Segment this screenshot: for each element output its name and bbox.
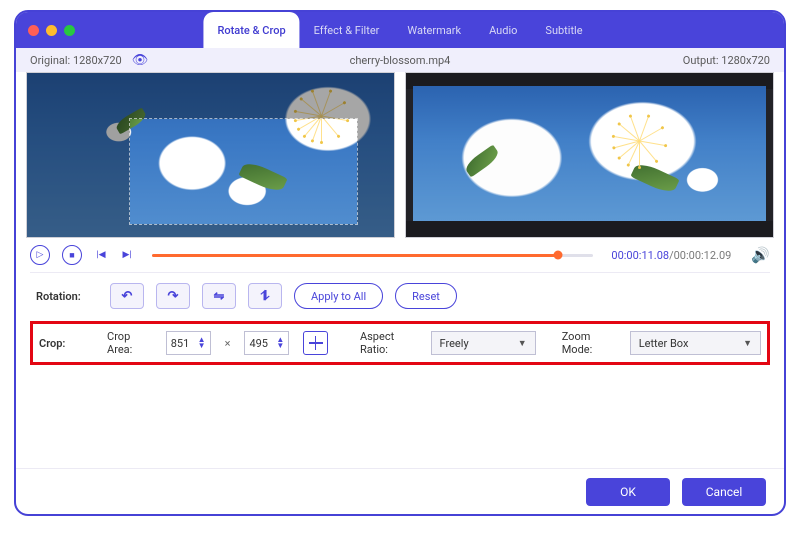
apply-to-all-label: Apply to All: [311, 290, 366, 303]
zoom-mode-select[interactable]: Letter Box ▼: [630, 331, 761, 355]
tab-label: Effect & Filter: [314, 24, 380, 37]
filename-label: cherry-blossom.mp4: [350, 54, 451, 67]
ok-button[interactable]: OK: [586, 478, 670, 506]
traffic-lights: [28, 25, 75, 36]
rotate-left-button[interactable]: ↶: [110, 283, 144, 309]
info-left: Original: 1280x720 👁: [30, 53, 148, 68]
tab-audio[interactable]: Audio: [475, 12, 531, 48]
flip-vertical-icon: ⥮: [260, 289, 269, 304]
editor-window: Rotate & Crop Effect & Filter Watermark …: [14, 10, 786, 516]
rotate-left-icon: ↶: [122, 289, 133, 304]
timeline-knob[interactable]: [554, 251, 563, 260]
original-resolution: Original: 1280x720: [30, 54, 122, 67]
aspect-ratio-label: Aspect Ratio:: [360, 330, 417, 356]
aspect-ratio-select[interactable]: Freely ▼: [431, 331, 536, 355]
apply-to-all-button[interactable]: Apply to All: [294, 283, 383, 309]
letterbox-bar: [406, 221, 773, 237]
original-preview[interactable]: [26, 72, 395, 238]
flip-horizontal-button[interactable]: ⇋: [202, 283, 236, 309]
rotate-right-button[interactable]: ↷: [156, 283, 190, 309]
crop-height-value: 495: [249, 337, 268, 350]
current-time: 00:00:11.08: [611, 249, 669, 262]
center-crop-button[interactable]: [303, 331, 328, 355]
cancel-button[interactable]: Cancel: [682, 478, 766, 506]
stepper-arrows[interactable]: ▲▼: [276, 337, 284, 349]
timeline-slider[interactable]: [152, 254, 593, 257]
time-readout: 00:00:11.08/00:00:12.09: [611, 249, 731, 262]
rotation-label: Rotation:: [36, 290, 98, 303]
tab-rotate-crop[interactable]: Rotate & Crop: [203, 12, 299, 48]
multiply-label: ×: [225, 337, 231, 350]
crop-row: Crop: Crop Area: 851 ▲▼ × 495 ▲▼ Aspect …: [30, 321, 770, 365]
preview-area: [16, 72, 784, 238]
reset-label: Reset: [412, 290, 440, 303]
footer: OK Cancel: [16, 468, 784, 514]
crop-label: Crop:: [39, 337, 93, 350]
tab-label: Subtitle: [545, 24, 582, 37]
rotation-row: Rotation: ↶ ↷ ⇋ ⥮ Apply to All Reset: [16, 273, 784, 319]
info-right: Output: 1280x720: [683, 54, 770, 67]
titlebar: Rotate & Crop Effect & Filter Watermark …: [16, 12, 784, 48]
next-frame-button[interactable]: ▶|: [120, 245, 134, 265]
minimize-dot[interactable]: [46, 25, 57, 36]
play-button[interactable]: ▷: [30, 245, 50, 265]
timeline-fill: [152, 254, 558, 257]
reset-button[interactable]: Reset: [395, 283, 457, 309]
crop-width-value: 851: [171, 337, 190, 350]
total-time: /00:00:12.09: [669, 249, 731, 262]
prev-frame-button[interactable]: |◀: [94, 245, 108, 265]
output-resolution: Output: 1280x720: [683, 54, 770, 67]
playback-bar: ▷ ■ |◀ ▶| 00:00:11.08/00:00:12.09 🔊: [16, 238, 784, 272]
tab-label: Audio: [489, 24, 517, 37]
volume-icon[interactable]: 🔊: [751, 246, 770, 264]
crop-rectangle[interactable]: [130, 119, 358, 224]
top-tabs: Rotate & Crop Effect & Filter Watermark …: [203, 12, 596, 48]
tab-label: Watermark: [407, 24, 461, 37]
chevron-down-icon[interactable]: ▼: [276, 343, 284, 349]
eye-icon[interactable]: 👁: [132, 53, 149, 68]
tab-label: Rotate & Crop: [217, 24, 285, 37]
crop-height-stepper[interactable]: 495 ▲▼: [244, 331, 289, 355]
zoom-dot[interactable]: [64, 25, 75, 36]
zoom-mode-value: Letter Box: [639, 337, 689, 350]
crop-width-stepper[interactable]: 851 ▲▼: [166, 331, 211, 355]
chevron-down-icon: ▼: [743, 338, 752, 349]
tab-watermark[interactable]: Watermark: [393, 12, 475, 48]
chevron-down-icon: ▼: [518, 338, 527, 349]
info-strip: Original: 1280x720 👁 cherry-blossom.mp4 …: [16, 48, 784, 72]
chevron-down-icon[interactable]: ▼: [198, 343, 206, 349]
flip-horizontal-icon: ⇋: [214, 289, 225, 304]
flip-vertical-button[interactable]: ⥮: [248, 283, 282, 309]
close-dot[interactable]: [28, 25, 39, 36]
output-preview: [405, 72, 774, 238]
tab-subtitle[interactable]: Subtitle: [531, 12, 596, 48]
ok-label: OK: [620, 485, 636, 499]
rotate-right-icon: ↷: [168, 289, 179, 304]
crop-area-label: Crop Area:: [107, 330, 152, 356]
cancel-label: Cancel: [706, 485, 743, 499]
zoom-mode-label: Zoom Mode:: [562, 330, 616, 356]
stepper-arrows[interactable]: ▲▼: [198, 337, 206, 349]
flower-stamen: [321, 116, 323, 118]
stop-button[interactable]: ■: [62, 245, 82, 265]
aspect-ratio-value: Freely: [440, 337, 469, 350]
tab-effect-filter[interactable]: Effect & Filter: [300, 12, 394, 48]
